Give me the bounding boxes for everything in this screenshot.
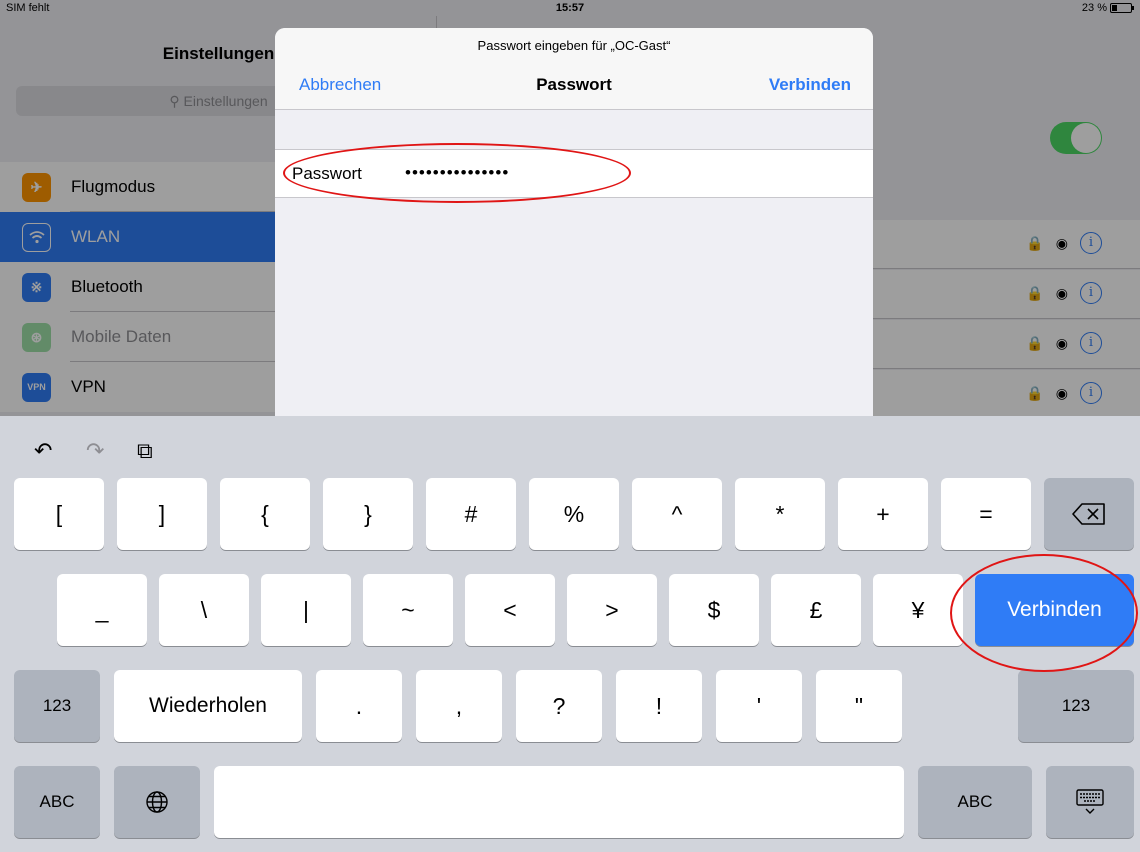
key-quote[interactable]: " <box>816 670 902 742</box>
key-plus[interactable]: + <box>838 478 928 550</box>
hide-keyboard-icon <box>1076 789 1104 814</box>
paste-icon[interactable]: ⧉ <box>137 438 153 464</box>
key-underscore[interactable]: _ <box>57 574 147 646</box>
dialog-header: Passwort eingeben für „OC-Gast“ Abbreche… <box>275 28 873 110</box>
key-hash[interactable]: # <box>426 478 516 550</box>
key-backslash[interactable]: \ <box>159 574 249 646</box>
key-question[interactable]: ? <box>516 670 602 742</box>
key-brace-right[interactable]: } <box>323 478 413 550</box>
key-period[interactable]: . <box>316 670 402 742</box>
password-input[interactable]: ••••••••••••••• <box>405 163 509 183</box>
key-caret[interactable]: ^ <box>632 478 722 550</box>
key-percent[interactable]: % <box>529 478 619 550</box>
backspace-key[interactable] <box>1044 478 1134 550</box>
key-dollar[interactable]: $ <box>669 574 759 646</box>
numbers-key-right[interactable]: 123 <box>1018 670 1134 742</box>
password-dialog: Passwort eingeben für „OC-Gast“ Abbreche… <box>275 28 873 416</box>
hide-keyboard-key[interactable] <box>1046 766 1134 838</box>
redo-key[interactable]: Wiederholen <box>114 670 302 742</box>
key-exclamation[interactable]: ! <box>616 670 702 742</box>
key-equals[interactable]: = <box>941 478 1031 550</box>
password-field[interactable]: Passwort ••••••••••••••• <box>275 149 873 198</box>
dialog-prompt: Passwort eingeben für „OC-Gast“ <box>477 38 671 53</box>
globe-key[interactable] <box>114 766 200 838</box>
connect-key[interactable]: Verbinden <box>975 574 1134 646</box>
key-comma[interactable]: , <box>416 670 502 742</box>
key-less-than[interactable]: < <box>465 574 555 646</box>
key-apostrophe[interactable]: ' <box>716 670 802 742</box>
abc-key-left[interactable]: ABC <box>14 766 100 838</box>
key-asterisk[interactable]: * <box>735 478 825 550</box>
space-key[interactable] <box>214 766 904 838</box>
abc-key-right[interactable]: ABC <box>918 766 1032 838</box>
backspace-icon <box>1072 503 1105 525</box>
globe-icon <box>146 791 168 813</box>
key-pound[interactable]: £ <box>771 574 861 646</box>
redo-icon[interactable]: ↷ <box>86 438 104 464</box>
undo-icon[interactable]: ↶ <box>34 438 52 464</box>
key-tilde[interactable]: ~ <box>363 574 453 646</box>
key-brace-left[interactable]: { <box>220 478 310 550</box>
key-greater-than[interactable]: > <box>567 574 657 646</box>
numbers-key-left[interactable]: 123 <box>14 670 100 742</box>
key-bracket-right[interactable]: ] <box>117 478 207 550</box>
dialog-body <box>275 198 873 416</box>
key-pipe[interactable]: | <box>261 574 351 646</box>
keyboard: ↶ ↷ ⧉ [ ] { } # % ^ * + = _ \ | ~ < > $ … <box>0 416 1140 852</box>
key-yen[interactable]: ¥ <box>873 574 963 646</box>
password-label: Passwort <box>292 164 362 183</box>
connect-button[interactable]: Verbinden <box>769 75 851 95</box>
key-bracket-left[interactable]: [ <box>14 478 104 550</box>
